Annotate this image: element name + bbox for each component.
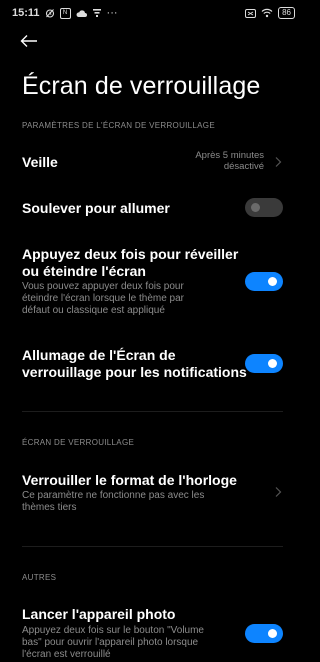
battery-icon: 86 xyxy=(278,7,295,19)
double-tap-title-line1: Appuyez deux fois pour réveiller xyxy=(22,246,239,262)
clock-format-sub-line1: Ce paramètre ne fonctionne pas avec les xyxy=(22,490,205,501)
sleep-value: Après 5 minutes désactivé xyxy=(195,150,264,172)
sim-icon xyxy=(245,8,257,18)
signal-icon xyxy=(92,8,102,18)
divider xyxy=(22,546,283,547)
double-tap-sub-line3: défaut ou classique est appliqué xyxy=(22,305,165,316)
cloud-icon xyxy=(76,9,87,18)
clock-format-title: Verrouiller le format de l'horloge xyxy=(22,472,237,488)
raise-to-wake-title: Soulever pour allumer xyxy=(22,200,170,216)
sleep-title: Veille xyxy=(22,154,58,170)
status-bar: 15:11 N ··· 86 xyxy=(0,0,305,26)
back-arrow-icon xyxy=(20,35,37,47)
camera-title: Lancer l'appareil photo xyxy=(22,606,176,622)
wifi-icon xyxy=(261,8,273,18)
alarm-icon xyxy=(45,8,55,18)
double-tap-sub-line2: éteindre l'écran lorsque le thème par xyxy=(22,293,185,304)
camera-sub-line2: bas" pour ouvrir l'appareil photo lorsqu… xyxy=(22,637,199,648)
camera-sub-line3: l'écran est verrouillé xyxy=(22,649,111,660)
status-more: ··· xyxy=(106,7,118,19)
raise-to-wake-toggle[interactable] xyxy=(245,198,283,217)
chevron-right-icon xyxy=(275,157,282,167)
section-header-others: AUTRES xyxy=(22,573,57,582)
notifications-wake-toggle[interactable] xyxy=(245,354,283,373)
status-right: 86 xyxy=(245,7,295,19)
status-time: 15:11 xyxy=(12,7,40,19)
double-tap-title-line2: ou éteindre l'écran xyxy=(22,263,146,279)
status-left: 15:11 N ··· xyxy=(12,7,118,19)
camera-sub-line1: Appuyez deux fois sur le bouton "Volume xyxy=(22,625,204,636)
toggle-knob xyxy=(268,629,277,638)
notifications-wake-title-line2: verrouillage pour les notifications xyxy=(22,364,247,380)
back-button[interactable] xyxy=(20,34,44,54)
section-header-lockscreen-params: PARAMÈTRES DE L'ÉCRAN DE VERROUILLAGE xyxy=(22,121,215,130)
toggle-knob xyxy=(251,203,260,212)
divider xyxy=(22,411,283,412)
camera-toggle[interactable] xyxy=(245,624,283,643)
toggle-knob xyxy=(268,359,277,368)
sleep-value-line1: Après 5 minutes xyxy=(195,150,264,161)
double-tap-toggle[interactable] xyxy=(245,272,283,291)
sleep-value-line2: désactivé xyxy=(223,161,264,172)
double-tap-sub-line1: Vous pouvez appuyer deux fois pour xyxy=(22,281,184,292)
chevron-right-icon xyxy=(275,487,282,497)
toggle-knob xyxy=(268,277,277,286)
notifications-wake-title-line1: Allumage de l'Écran de xyxy=(22,347,176,363)
nfc-icon: N xyxy=(59,7,71,19)
page-title: Écran de verrouillage xyxy=(22,72,261,100)
clock-format-sub-line2: thèmes tiers xyxy=(22,502,77,513)
section-header-lockscreen: ÉCRAN DE VERROUILLAGE xyxy=(22,438,135,447)
